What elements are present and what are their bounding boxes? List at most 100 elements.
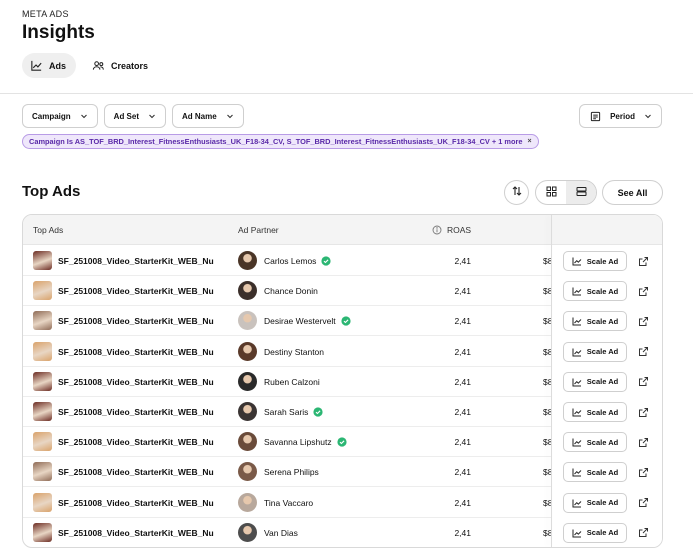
period-select[interactable]: Period [579, 104, 662, 128]
ad-thumbnail [33, 522, 52, 542]
trend-up-icon [572, 316, 582, 326]
ad-thumbnail [33, 371, 52, 391]
external-link-icon[interactable] [637, 436, 649, 448]
scale-ad-button[interactable]: Scale Ad [563, 371, 627, 392]
avatar [238, 402, 257, 421]
partner-name[interactable]: Chance Donin [264, 286, 318, 296]
scale-ad-button[interactable]: Scale Ad [563, 522, 627, 543]
partner-name[interactable]: Ruben Calzoni [264, 377, 320, 387]
partner-cell: Sarah Saris [264, 407, 324, 417]
filter-bar: Campaign Ad Set Ad Name [22, 104, 244, 128]
trend-up-icon [572, 498, 582, 508]
ad-name[interactable]: SF_251008_Video_StarterKit_WEB_Nu [58, 316, 218, 326]
tab-creators[interactable]: Creators [84, 53, 158, 78]
period-select-label: Period [610, 111, 635, 121]
external-link-icon[interactable] [637, 527, 649, 539]
ad-name[interactable]: SF_251008_Video_StarterKit_WEB_Nu [58, 437, 218, 447]
view-tabs: Ads Creators [22, 53, 158, 78]
tab-ads-label: Ads [49, 60, 67, 71]
external-link-icon[interactable] [637, 315, 649, 327]
partner-name[interactable]: Destiny Stanton [264, 347, 324, 357]
external-link-icon[interactable] [637, 406, 649, 418]
scale-ad-button[interactable]: Scale Ad [563, 492, 627, 513]
grid-view-button[interactable] [536, 181, 566, 204]
sticky-actions-header [552, 215, 662, 245]
partner-name[interactable]: Savanna Lipshutz [264, 437, 332, 447]
roas-value: 2,41 [454, 286, 471, 297]
list-view-button[interactable] [566, 181, 596, 204]
partner-name[interactable]: Van Dias [264, 528, 298, 538]
ad-name[interactable]: SF_251008_Video_StarterKit_WEB_Nu [58, 256, 218, 266]
external-link-icon[interactable] [637, 466, 649, 478]
calendar-list-icon [589, 110, 601, 122]
ad-name[interactable]: SF_251008_Video_StarterKit_WEB_Nu [58, 528, 218, 538]
sort-button[interactable] [504, 180, 529, 205]
active-filter-chip[interactable]: Campaign Is AS_TOF_BRD_Interest_FitnessE… [22, 134, 539, 149]
scale-ad-button[interactable]: Scale Ad [563, 432, 627, 453]
tab-ads[interactable]: Ads [22, 53, 77, 78]
partner-cell: Tina Vaccaro [264, 498, 313, 508]
scale-ad-button[interactable]: Scale Ad [563, 281, 627, 302]
ad-thumbnail [33, 281, 52, 301]
scale-ad-button[interactable]: Scale Ad [563, 402, 627, 422]
list-view-icon [576, 184, 587, 202]
external-link-icon[interactable] [637, 376, 649, 388]
partner-name[interactable]: Carlos Lemos [264, 256, 316, 266]
trend-up-icon [572, 377, 582, 387]
partner-cell: Destiny Stanton [264, 347, 324, 357]
info-icon[interactable] [432, 225, 442, 235]
roas-value: 2,41 [454, 316, 471, 327]
close-icon[interactable]: × [528, 138, 532, 145]
roas-value: 2,41 [454, 467, 471, 478]
partner-cell: Ruben Calzoni [264, 377, 320, 387]
header-divider [0, 93, 693, 94]
section-title: Top Ads [22, 183, 81, 200]
partner-name[interactable]: Sarah Saris [264, 407, 308, 417]
see-all-button[interactable]: See All [602, 180, 663, 205]
partner-cell: Van Dias [264, 528, 298, 538]
users-icon [91, 59, 105, 73]
app-eyebrow: META ADS [22, 9, 69, 19]
roas-value: 2,41 [454, 256, 471, 266]
line-chart-icon [29, 59, 43, 73]
scale-ad-button[interactable]: Scale Ad [563, 251, 627, 271]
partner-name[interactable]: Serena Philips [264, 467, 319, 477]
external-link-icon[interactable] [637, 285, 649, 297]
ad-set-select[interactable]: Ad Set [103, 104, 167, 128]
ad-name[interactable]: SF_251008_Video_StarterKit_WEB_Nu [58, 347, 218, 357]
chevron-down-icon [226, 112, 234, 120]
avatar [238, 341, 257, 361]
ad-name[interactable]: SF_251008_Video_StarterKit_WEB_Nu [58, 407, 218, 417]
scale-ad-button[interactable]: Scale Ad [563, 462, 627, 483]
verified-badge-icon [336, 437, 347, 447]
scale-ad-label: Scale Ad [586, 498, 619, 508]
scale-ad-button[interactable]: Scale Ad [563, 341, 627, 362]
chevron-down-icon [80, 112, 88, 120]
partner-name[interactable]: Tina Vaccaro [264, 498, 313, 508]
ad-name[interactable]: SF_251008_Video_StarterKit_WEB_Nu [58, 498, 218, 508]
ad-name[interactable]: SF_251008_Video_StarterKit_WEB_Nu [58, 377, 218, 387]
roas-value: 2,41 [454, 407, 471, 417]
partner-name[interactable]: Desirae Westervelt [264, 316, 336, 326]
trend-up-icon [572, 347, 582, 357]
campaign-select[interactable]: Campaign [22, 104, 98, 128]
external-link-icon[interactable] [637, 346, 649, 358]
ad-name-select[interactable]: Ad Name [172, 104, 244, 128]
ad-name[interactable]: SF_251008_Video_StarterKit_WEB_Nu [58, 467, 218, 477]
column-header-roas[interactable]: ROAS [432, 225, 471, 235]
ad-name[interactable]: SF_251008_Video_StarterKit_WEB_Nu [58, 286, 218, 296]
scale-ad-button[interactable]: Scale Ad [563, 311, 627, 332]
external-link-icon[interactable] [637, 497, 649, 509]
verified-badge-icon [321, 256, 332, 266]
ad-thumbnail [33, 432, 52, 452]
avatar [238, 371, 257, 391]
external-link-icon[interactable] [637, 255, 649, 267]
active-filter-text: Campaign Is AS_TOF_BRD_Interest_FitnessE… [29, 137, 523, 146]
partner-cell: Savanna Lipshutz [264, 437, 347, 447]
scale-ad-label: Scale Ad [586, 407, 619, 417]
sort-arrows-icon [511, 184, 523, 202]
column-header-ad-partner[interactable]: Ad Partner [238, 225, 279, 235]
column-header-top-ads[interactable]: Top Ads [33, 225, 63, 235]
ad-name-select-label: Ad Name [182, 111, 217, 121]
scale-ad-label: Scale Ad [586, 467, 619, 477]
